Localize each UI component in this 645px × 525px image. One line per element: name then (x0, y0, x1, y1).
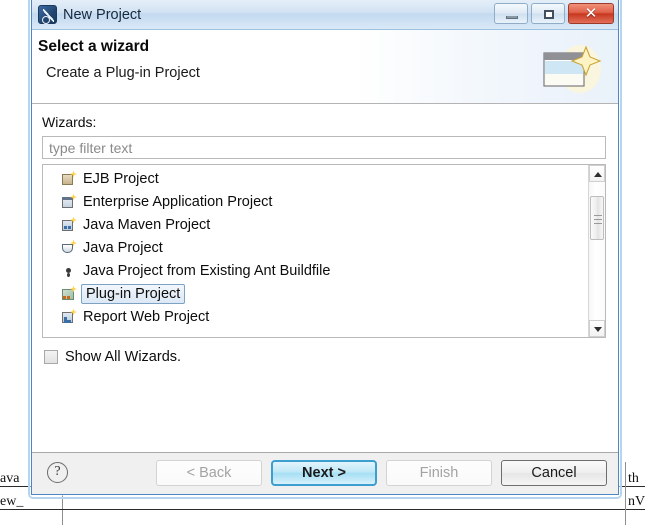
tree-item-label: EJB Project (83, 170, 159, 187)
tree-item-java-maven-project[interactable]: Java Maven Project (43, 213, 588, 236)
show-all-wizards-label: Show All Wizards. (65, 349, 182, 365)
ejb-project-icon (61, 170, 77, 187)
plugin-project-icon (61, 285, 77, 302)
scroll-up-button[interactable] (589, 165, 605, 182)
background-label-left-bottom: ew_ (0, 494, 24, 509)
report-web-project-icon (61, 308, 77, 325)
scrollbar-thumb[interactable] (590, 196, 604, 240)
scroll-down-button[interactable] (589, 320, 605, 337)
wizard-tool-icon (38, 5, 57, 24)
java-maven-project-icon (61, 216, 77, 233)
tree-item-ant-buildfile[interactable]: Java Project from Existing Ant Buildfile (43, 259, 588, 282)
dialog-title: New Project (63, 6, 142, 23)
background-separator-2 (0, 509, 645, 510)
finish-button[interactable]: Finish (386, 460, 492, 486)
show-all-wizards-checkbox[interactable] (44, 350, 58, 364)
tree-item-report-web-project[interactable]: Report Web Project (43, 305, 588, 328)
tree-item-label: Plug-in Project (81, 283, 186, 304)
wizard-header-title: Select a wizard (38, 38, 150, 55)
maximize-icon (544, 10, 554, 19)
wizard-header-subtitle: Create a Plug-in Project (46, 65, 200, 81)
filter-input[interactable] (42, 136, 606, 159)
help-button[interactable]: ? (47, 462, 68, 483)
back-button[interactable]: < Back (156, 460, 262, 486)
next-button[interactable]: Next > (271, 460, 377, 486)
new-project-dialog: New Project ✕ Select a wizard Create a P… (31, 0, 619, 495)
chevron-down-icon (594, 327, 602, 332)
wizard-tree-list: EJB Project Enterprise Application Proje… (43, 165, 588, 337)
background-divider-right (625, 462, 626, 525)
dialog-button-group: < Back Next > Finish Cancel (156, 460, 607, 486)
tree-item-enterprise-application-project[interactable]: Enterprise Application Project (43, 190, 588, 213)
window-controls: ✕ (494, 3, 614, 24)
tree-item-label: Java Maven Project (83, 216, 211, 233)
tree-item-java-project[interactable]: Java Project (43, 236, 588, 259)
tree-scrollbar[interactable] (588, 165, 605, 337)
tree-item-label: Java Project from Existing Ant Buildfile (83, 262, 331, 279)
wizard-tree[interactable]: EJB Project Enterprise Application Proje… (42, 164, 606, 338)
minimize-button[interactable] (494, 3, 528, 24)
tree-item-label: Enterprise Application Project (83, 193, 273, 210)
cancel-button[interactable]: Cancel (501, 460, 607, 486)
tree-item-label: Java Project (83, 239, 163, 256)
chevron-up-icon (594, 172, 602, 177)
wizard-body: Wizards: EJB Project Enterprise Applicat… (32, 104, 618, 452)
background-code-strip (66, 493, 625, 509)
background-label-left-top: ava (0, 471, 20, 486)
java-project-icon (61, 239, 77, 256)
background-label-right-top: th (628, 471, 639, 486)
ant-buildfile-icon (61, 263, 77, 279)
background-label-right-bottom: nV (628, 494, 645, 509)
close-icon: ✕ (584, 5, 598, 22)
scrollbar-track[interactable] (589, 182, 605, 320)
wizard-header: Select a wizard Create a Plug-in Project (32, 30, 618, 104)
tree-item-label: Report Web Project (83, 308, 210, 325)
tree-item-ejb-project[interactable]: EJB Project (43, 167, 588, 190)
enterprise-application-project-icon (61, 193, 77, 210)
dialog-footer: ? < Back Next > Finish Cancel (32, 452, 618, 493)
wizards-label: Wizards: (42, 114, 97, 130)
maximize-button[interactable] (531, 3, 565, 24)
show-all-wizards-row[interactable]: Show All Wizards. (44, 349, 606, 365)
tree-item-plugin-project[interactable]: Plug-in Project (43, 282, 588, 305)
dialog-titlebar[interactable]: New Project ✕ (32, 0, 618, 30)
minimize-icon (506, 16, 518, 19)
wizard-banner-icon (543, 45, 602, 93)
close-button[interactable]: ✕ (568, 3, 614, 24)
